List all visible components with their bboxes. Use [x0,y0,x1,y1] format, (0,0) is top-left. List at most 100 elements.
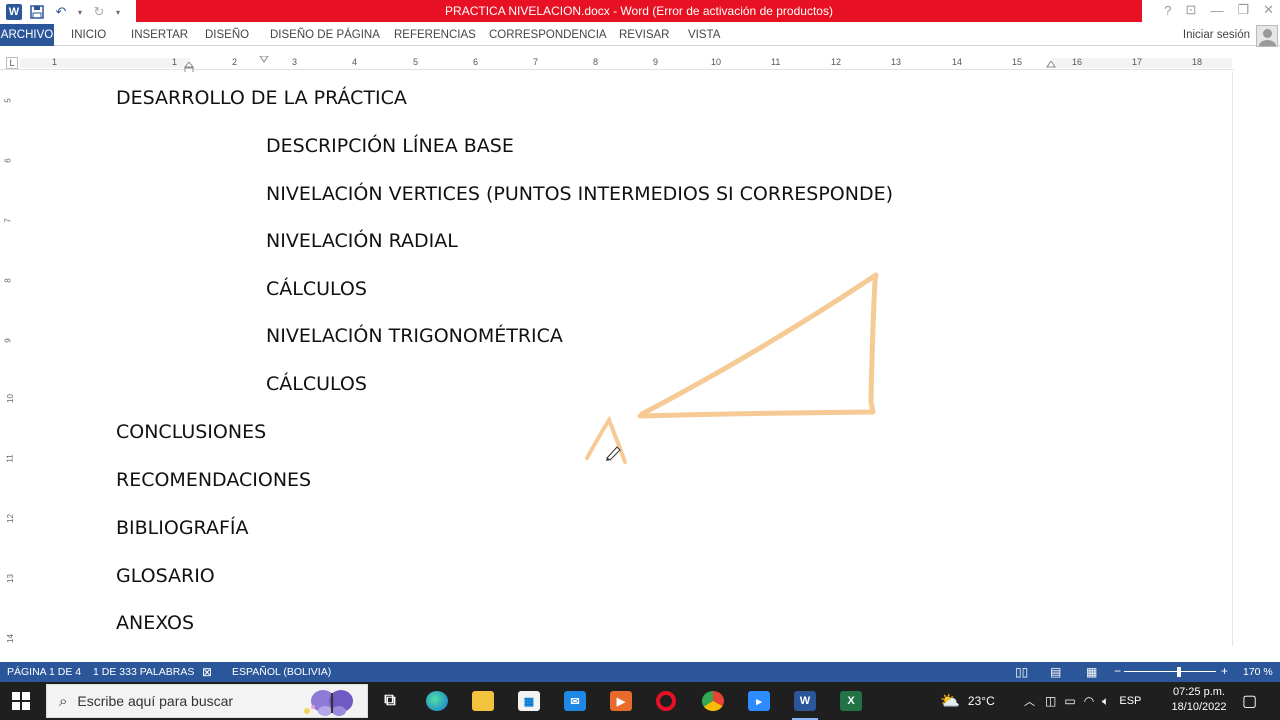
ruler-number: 14 [952,57,963,67]
avatar-icon[interactable] [1256,25,1278,47]
file-explorer-icon[interactable] [472,691,494,711]
notification-icon[interactable]: ▢ [1242,682,1257,720]
taskbar: ⌕ Escribe aquí para buscar ⧉ ▦ ✉ ▶ ▸ W X… [0,682,1280,720]
meet-now-icon[interactable]: ◫ [1045,694,1056,708]
proofing-icon[interactable]: ⊠ [202,665,212,679]
clock[interactable]: 07:25 p.m. 18/10/2022 [1164,685,1234,715]
right-indent-marker[interactable] [1046,61,1056,69]
wifi-icon[interactable]: ◠ [1084,694,1094,708]
tab-correspondencia[interactable]: CORRESPONDENCIA [489,24,607,46]
zoom-icon[interactable]: ▸ [748,691,770,711]
heading-conclusiones[interactable]: CONCLUSIONES [116,421,266,443]
word-app-icon[interactable]: W [6,4,22,20]
volume-icon[interactable]: 🔈︎ [1102,694,1109,709]
tab-diseno[interactable]: DISEÑO [205,24,249,46]
vruler-number: 11 [5,454,15,463]
clock-time: 07:25 p.m. [1173,686,1225,698]
input-language[interactable]: ESP [1119,695,1141,707]
title-bar: W ↶ ▾ ↻ ▾ PRACTICA NIVELACION.docx - Wor… [0,0,1280,24]
ruler-number: 15 [1012,57,1023,67]
window-title: PRACTICA NIVELACION.docx - Word (Error d… [136,0,1142,22]
chevron-up-icon[interactable]: ︿ [1024,693,1035,709]
word-count[interactable]: 1 DE 333 PALABRAS [93,666,194,678]
vruler-number: 7 [3,218,13,223]
battery-icon[interactable]: ▭ [1064,694,1075,708]
subheading-calculos-2[interactable]: CÁLCULOS [266,373,367,395]
heading-bibliografia[interactable]: BIBLIOGRAFÍA [116,517,249,539]
close-icon[interactable]: ✕ [1263,2,1274,18]
horizontal-ruler[interactable]: L 1 1 2 3 4 5 6 7 8 9 10 11 12 13 14 15 … [0,56,1234,74]
zoom-in-button[interactable]: + [1221,664,1228,678]
windows-start-icon[interactable] [12,692,30,710]
undo-dropdown-icon[interactable]: ▾ [76,3,84,21]
vruler-number: 9 [3,338,13,343]
search-icon: ⌕ [59,692,68,710]
media-player-icon[interactable]: ▶ [610,691,632,711]
edge-icon[interactable] [426,691,448,711]
print-layout-icon[interactable]: ▤ [1050,665,1061,679]
page-count[interactable]: PÁGINA 1 DE 4 [7,666,81,678]
tab-selector[interactable]: L [6,57,18,69]
ink-triangle-drawing [585,272,879,464]
heading-glosario[interactable]: GLOSARIO [116,565,215,587]
subheading-nivelacion-trigonometrica[interactable]: NIVELACIÓN TRIGONOMÉTRICA [266,325,563,347]
zoom-slider-thumb[interactable] [1177,667,1181,677]
excel-icon[interactable]: X [840,691,862,711]
subheading-nivelacion-radial[interactable]: NIVELACIÓN RADIAL [266,230,458,252]
word-taskbar-icon[interactable]: W [794,691,816,711]
vruler-number: 12 [5,514,15,523]
ruler-number: 4 [352,57,358,67]
vruler-number: 8 [3,278,13,283]
heading-anexos[interactable]: ANEXOS [116,612,194,634]
mail-icon[interactable]: ✉ [564,691,586,711]
ribbon-display-options-icon[interactable]: ⊡ [1186,2,1197,18]
vertical-scrollbar[interactable] [1232,72,1280,646]
help-icon[interactable]: ? [1164,3,1171,18]
first-line-indent-marker[interactable] [259,56,269,64]
ruler-text-area [190,58,1052,68]
undo-icon[interactable]: ↶ [52,3,70,21]
subheading-linea-base[interactable]: DESCRIPCIÓN LÍNEA BASE [266,135,514,157]
tab-inicio[interactable]: INICIO [71,24,106,46]
sign-in-link[interactable]: Iniciar sesión [1183,24,1250,46]
taskbar-search-box[interactable]: ⌕ Escribe aquí para buscar [46,684,368,718]
minimize-icon[interactable]: — [1210,3,1223,18]
language-indicator[interactable]: ESPAÑOL (BOLIVIA) [232,666,331,678]
zoom-slider-track[interactable] [1124,671,1216,672]
vruler-number: 10 [5,394,15,403]
window-controls: ? ⊡ — ❐ ✕ [1164,2,1274,18]
vertical-ruler[interactable]: 5 6 7 8 9 10 11 12 13 14 [4,78,18,646]
task-view-icon[interactable]: ⧉ [379,691,401,711]
subheading-nivelacion-vertices[interactable]: NIVELACIÓN VERTICES (PUNTOS INTERMEDIOS … [266,183,893,205]
store-icon[interactable]: ▦ [518,691,540,711]
document-page[interactable]: DESARROLLO DE LA PRÁCTICA DESCRIPCIÓN LÍ… [20,72,1232,646]
zoom-level[interactable]: 170 % [1243,666,1273,678]
read-mode-icon[interactable]: ▯▯ [1015,665,1028,679]
heading-desarrollo[interactable]: DESARROLLO DE LA PRÁCTICA [116,87,407,109]
zoom-out-button[interactable]: − [1114,664,1121,678]
tab-referencias[interactable]: REFERENCIAS [394,24,476,46]
weather-widget[interactable]: ⛅ 23°C [940,682,995,720]
redo-icon[interactable]: ↻ [90,3,108,21]
subheading-calculos-1[interactable]: CÁLCULOS [266,278,367,300]
save-icon[interactable] [28,3,46,21]
tab-insertar[interactable]: INSERTAR [131,24,188,46]
restore-icon[interactable]: ❐ [1237,2,1249,18]
chrome-icon[interactable] [702,691,724,711]
ruler-number: 17 [1132,57,1143,67]
temperature: 23°C [967,694,995,708]
tab-diseno-de-pagina[interactable]: DISEÑO DE PÁGINA [270,24,380,46]
vruler-number: 6 [3,158,13,163]
ruler-number: 2 [232,57,238,67]
customize-toolbar-icon[interactable]: ▾ [114,3,122,21]
opera-icon[interactable] [656,691,676,711]
heading-recomendaciones[interactable]: RECOMENDACIONES [116,469,311,491]
butterfly-illustration-icon [304,690,353,716]
tab-vista[interactable]: VISTA [688,24,720,46]
weather-icon: ⛅ [940,693,960,710]
tab-revisar[interactable]: REVISAR [619,24,670,46]
tab-archivo[interactable]: ARCHIVO [0,24,54,46]
ruler-number: 16 [1072,57,1083,67]
ruler-number: 6 [473,57,479,67]
web-layout-icon[interactable]: ▦ [1086,665,1097,679]
